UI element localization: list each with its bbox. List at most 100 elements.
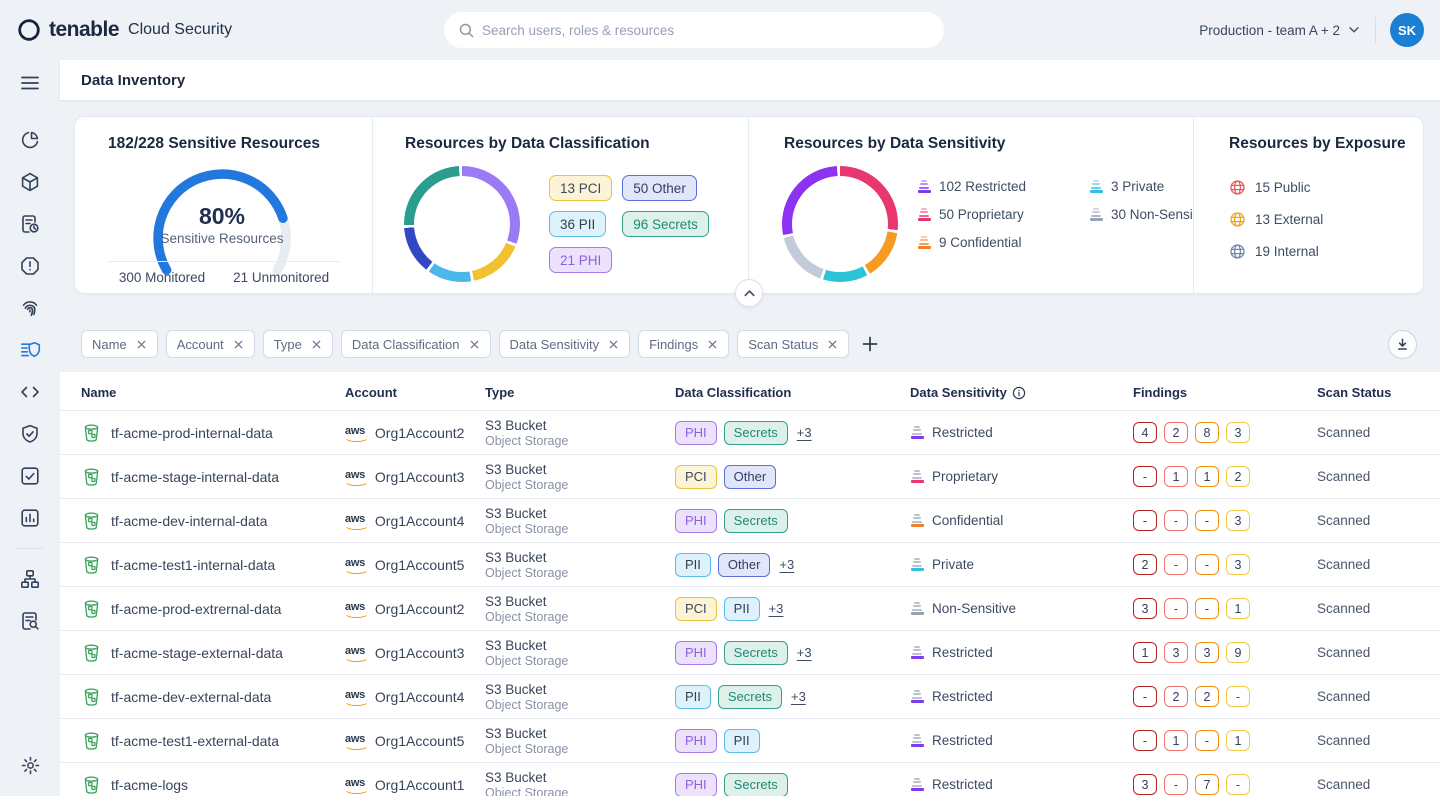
filter-chip[interactable]: Scan Status xyxy=(737,330,849,358)
finding-pill-high[interactable]: - xyxy=(1164,554,1188,575)
finding-pill-high[interactable]: 1 xyxy=(1164,730,1188,751)
sidebar-item-data-inventory[interactable] xyxy=(13,333,47,367)
finding-pill-critical[interactable]: - xyxy=(1133,510,1157,531)
finding-pill-low[interactable]: 1 xyxy=(1226,730,1250,751)
finding-pill-critical[interactable]: - xyxy=(1133,686,1157,707)
table-row[interactable]: tf-acme-prod-extrernal-dataawsOrg1Accoun… xyxy=(60,586,1440,630)
more-classifications-link[interactable]: +3 xyxy=(797,425,812,440)
finding-pill-low[interactable]: - xyxy=(1226,774,1250,795)
finding-pill-critical[interactable]: 1 xyxy=(1133,642,1157,663)
finding-pill-critical[interactable]: 2 xyxy=(1133,554,1157,575)
type-primary: S3 Bucket xyxy=(485,550,675,565)
filter-chip[interactable]: Findings xyxy=(638,330,729,358)
sidebar-item-code[interactable] xyxy=(13,375,47,409)
finding-pill-low[interactable]: 9 xyxy=(1226,642,1250,663)
finding-pill-medium[interactable]: 3 xyxy=(1195,642,1219,663)
close-icon[interactable] xyxy=(827,339,838,350)
finding-pill-critical[interactable]: 4 xyxy=(1133,422,1157,443)
sidebar-item-doc-search[interactable] xyxy=(13,604,47,638)
finding-pill-high[interactable]: 2 xyxy=(1164,422,1188,443)
close-icon[interactable] xyxy=(233,339,244,350)
more-classifications-link[interactable]: +3 xyxy=(779,557,794,572)
sidebar-item-report-clock[interactable] xyxy=(13,207,47,241)
table-row[interactable]: tf-acme-test1-internal-dataawsOrg1Accoun… xyxy=(60,542,1440,586)
finding-pill-critical[interactable]: - xyxy=(1133,466,1157,487)
finding-pill-critical[interactable]: - xyxy=(1133,730,1157,751)
add-filter-button[interactable] xyxy=(861,335,879,353)
finding-pill-high[interactable]: 2 xyxy=(1164,686,1188,707)
classification-cell: PIIOther+3 xyxy=(675,553,910,577)
close-icon[interactable] xyxy=(608,339,619,350)
filter-chip[interactable]: Name xyxy=(81,330,158,358)
finding-pill-high[interactable]: - xyxy=(1164,510,1188,531)
menu-icon[interactable] xyxy=(13,66,47,100)
finding-pill-low[interactable]: - xyxy=(1226,686,1250,707)
finding-pill-medium[interactable]: - xyxy=(1195,510,1219,531)
bucket-icon xyxy=(81,510,102,531)
close-icon[interactable] xyxy=(469,339,480,350)
finding-pill-low[interactable]: 2 xyxy=(1226,466,1250,487)
filter-chip[interactable]: Account xyxy=(166,330,255,358)
column-header-sensitivity[interactable]: Data Sensitivity xyxy=(910,385,1133,400)
table-row[interactable]: tf-acme-test1-external-dataawsOrg1Accoun… xyxy=(60,718,1440,762)
tenant-selector[interactable]: Production - team A + 2 xyxy=(1199,23,1361,38)
table-row[interactable]: tf-acme-prod-internal-dataawsOrg1Account… xyxy=(60,410,1440,454)
type-secondary: Object Storage xyxy=(485,478,675,492)
collapse-summary-button[interactable] xyxy=(735,279,763,307)
finding-pill-critical[interactable]: 3 xyxy=(1133,598,1157,619)
global-search[interactable] xyxy=(444,12,944,48)
sidebar-item-alert-octagon[interactable] xyxy=(13,249,47,283)
finding-pill-medium[interactable]: - xyxy=(1195,730,1219,751)
sidebar-item-shield-check[interactable] xyxy=(13,417,47,451)
sidebar-item-checklist[interactable] xyxy=(13,459,47,493)
finding-pill-medium[interactable]: - xyxy=(1195,598,1219,619)
finding-pill-medium[interactable]: 2 xyxy=(1195,686,1219,707)
more-classifications-link[interactable]: +3 xyxy=(769,601,784,616)
finding-pill-low[interactable]: 3 xyxy=(1226,554,1250,575)
close-icon[interactable] xyxy=(311,339,322,350)
finding-pill-high[interactable]: - xyxy=(1164,774,1188,795)
table-row[interactable]: tf-acme-logsawsOrg1Account1S3 BucketObje… xyxy=(60,762,1440,796)
more-classifications-link[interactable]: +3 xyxy=(797,645,812,660)
sidebar-item-org-chart[interactable] xyxy=(13,562,47,596)
finding-pill-medium[interactable]: 1 xyxy=(1195,466,1219,487)
close-icon[interactable] xyxy=(707,339,718,350)
finding-pill-low[interactable]: 3 xyxy=(1226,422,1250,443)
aws-logo-icon: aws xyxy=(345,733,365,748)
resources-table: NameAccountTypeData ClassificationData S… xyxy=(60,372,1440,796)
finding-pill-medium[interactable]: 8 xyxy=(1195,422,1219,443)
column-header-findings[interactable]: Findings xyxy=(1133,385,1317,400)
avatar[interactable]: SK xyxy=(1390,13,1424,47)
finding-pill-critical[interactable]: 3 xyxy=(1133,774,1157,795)
finding-pill-high[interactable]: 3 xyxy=(1164,642,1188,663)
filter-chip[interactable]: Type xyxy=(263,330,333,358)
finding-pill-low[interactable]: 3 xyxy=(1226,510,1250,531)
finding-pill-medium[interactable]: - xyxy=(1195,554,1219,575)
info-icon[interactable] xyxy=(1012,386,1026,400)
gear-icon[interactable] xyxy=(13,748,47,782)
close-icon[interactable] xyxy=(136,339,147,350)
sidebar-item-fingerprint[interactable] xyxy=(13,291,47,325)
table-row[interactable]: tf-acme-dev-internal-dataawsOrg1Account4… xyxy=(60,498,1440,542)
finding-pill-high[interactable]: - xyxy=(1164,598,1188,619)
more-classifications-link[interactable]: +3 xyxy=(791,689,806,704)
column-header-classification[interactable]: Data Classification xyxy=(675,385,910,400)
finding-pill-medium[interactable]: 7 xyxy=(1195,774,1219,795)
filter-chip[interactable]: Data Classification xyxy=(341,330,491,358)
sidebar-item-cube[interactable] xyxy=(13,165,47,199)
download-button[interactable] xyxy=(1388,330,1417,359)
table-row[interactable]: tf-acme-stage-internal-dataawsOrg1Accoun… xyxy=(60,454,1440,498)
finding-pill-low[interactable]: 1 xyxy=(1226,598,1250,619)
sidebar-item-pie-chart[interactable] xyxy=(13,123,47,157)
column-header-name[interactable]: Name xyxy=(81,385,345,400)
column-header-type[interactable]: Type xyxy=(485,385,675,400)
finding-pill-high[interactable]: 1 xyxy=(1164,466,1188,487)
filter-chip[interactable]: Data Sensitivity xyxy=(499,330,631,358)
column-header-account[interactable]: Account xyxy=(345,385,485,400)
column-header-status[interactable]: Scan Status xyxy=(1317,385,1440,400)
sidebar-item-bar-chart[interactable] xyxy=(13,501,47,535)
search-input[interactable] xyxy=(482,23,930,38)
table-row[interactable]: tf-acme-stage-external-dataawsOrg1Accoun… xyxy=(60,630,1440,674)
table-row[interactable]: tf-acme-dev-external-dataawsOrg1Account4… xyxy=(60,674,1440,718)
type-primary: S3 Bucket xyxy=(485,638,675,653)
